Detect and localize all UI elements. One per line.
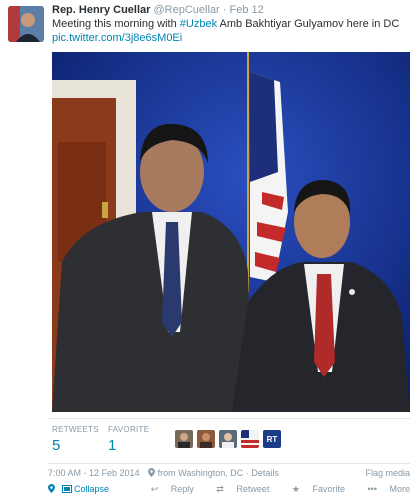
retweeter-avatar[interactable] <box>175 430 193 448</box>
retweets-label: RETWEETS <box>52 425 99 434</box>
hashtag-link[interactable]: #Uzbek <box>180 18 217 30</box>
reply-icon: ↩ <box>150 484 159 494</box>
tweet-text-part1: Meeting this morning with <box>52 18 180 30</box>
tweet-meta: 7:00 AM - 12 Feb 2014 from Washington, D… <box>48 468 410 478</box>
author-name[interactable]: Rep. Henry Cuellar <box>52 4 150 16</box>
retweeter-avatars: RT <box>175 430 281 448</box>
pin-icon <box>148 468 158 478</box>
reply-button[interactable]: ↩ Reply <box>141 484 194 494</box>
favorites-count: 1 <box>108 437 117 454</box>
retweet-button[interactable]: ⇄ Retweet <box>206 484 269 494</box>
author-handle[interactable]: @RepCuellar <box>153 4 219 16</box>
collapse-icon[interactable] <box>61 484 75 494</box>
tweet-actions: Collapse ↩ Reply ⇄ Retweet ★ Favorite ••… <box>48 484 410 494</box>
favorite-button[interactable]: ★ Favorite <box>282 484 345 494</box>
retweet-icon: ⇄ <box>216 484 224 494</box>
favorite-star-icon: ★ <box>291 484 300 494</box>
action-buttons: ↩ Reply ⇄ Retweet ★ Favorite ••• More <box>131 484 410 495</box>
favorite-label: Favorite <box>312 484 345 494</box>
more-button[interactable]: ••• More <box>358 484 410 494</box>
tweet-card: Rep. Henry Cuellar @RepCuellar · Feb 12 … <box>0 0 418 500</box>
retweeter-avatar[interactable] <box>241 430 259 448</box>
retweeter-avatar[interactable] <box>219 430 237 448</box>
collapse-button[interactable]: Collapse <box>74 484 109 494</box>
reply-label: Reply <box>170 484 194 494</box>
media-link[interactable]: pic.twitter.com/3j8e6sM0Ei <box>52 32 182 44</box>
tweet-photo[interactable] <box>52 52 410 412</box>
retweeter-avatar[interactable] <box>197 430 215 448</box>
more-label: More <box>389 484 410 494</box>
favorites-label: FAVORITE <box>108 425 150 434</box>
tweet-date[interactable]: Feb 12 <box>229 4 263 16</box>
retweets-stat[interactable]: RETWEETS 5 <box>52 425 99 454</box>
details-link[interactable]: Details <box>251 468 279 478</box>
more-dots-icon: ••• <box>367 484 377 494</box>
retweet-label: Retweet <box>236 484 270 494</box>
favorites-stat[interactable]: FAVORITE 1 <box>108 425 149 454</box>
flag-media-link[interactable]: Flag media <box>365 468 410 478</box>
retweets-count: 5 <box>52 437 61 454</box>
pin-icon <box>48 484 58 494</box>
timestamp[interactable]: 7:00 AM - 12 Feb 2014 <box>48 468 140 478</box>
tweet-text: Meeting this morning with #Uzbek Amb Bak… <box>52 18 399 30</box>
rt-badge-label: RT <box>266 434 278 444</box>
retweeter-avatar-rt[interactable]: RT <box>263 430 281 448</box>
location-link[interactable]: from Washington, DC <box>158 468 244 478</box>
author-row: Rep. Henry Cuellar @RepCuellar · Feb 12 <box>52 4 264 16</box>
tweet-text-part2: Amb Bakhtiyar Gulyamov here in DC <box>217 18 400 30</box>
separator-dot: · <box>222 4 227 16</box>
engagement-stats: RETWEETS 5 FAVORITE 1 RT <box>48 418 410 464</box>
author-avatar[interactable] <box>8 6 44 42</box>
separator-dot: · <box>245 468 249 478</box>
